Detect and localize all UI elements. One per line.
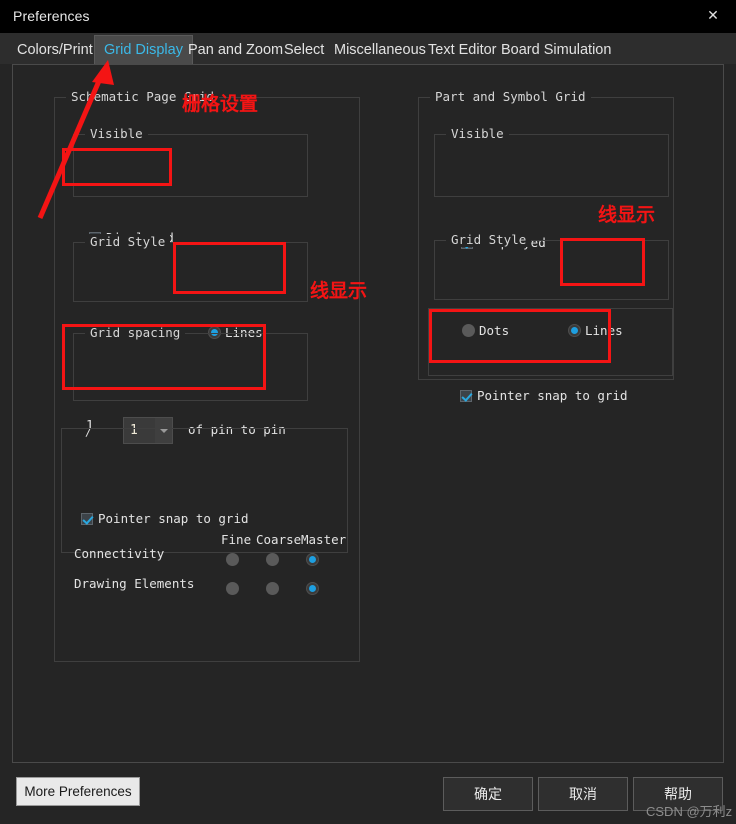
part-symbol-grid-title: Part and Symbol Grid	[430, 89, 591, 104]
snap-row-drawing-elements-label: Drawing Elements	[74, 576, 195, 591]
part-visible-group: Visible	[434, 126, 669, 197]
close-icon[interactable]: ✕	[698, 2, 728, 28]
part-pointer-snap-label: Pointer snap to grid	[477, 388, 628, 403]
part-grid-style-group: Grid Style	[434, 232, 669, 300]
schematic-pointer-snap-checkbox[interactable]	[81, 512, 93, 525]
schematic-grid-style-title: Grid Style	[85, 234, 171, 249]
snap-drawing-fine-radio[interactable]	[226, 582, 239, 595]
snap-col-coarse-header: Coarse	[256, 532, 302, 547]
schematic-pointer-snap-label: Pointer snap to grid	[98, 511, 249, 526]
tab-colors-print[interactable]: Colors/Print	[8, 35, 102, 64]
snap-connectivity-master-radio[interactable]	[306, 553, 319, 566]
title-bar: Preferences ✕	[0, 0, 736, 33]
schematic-grid-spacing-group: Grid spacing	[73, 325, 308, 401]
schematic-grid-spacing-title: Grid spacing	[85, 325, 186, 340]
ok-button[interactable]: 确定	[443, 777, 533, 811]
help-button[interactable]: 帮助	[633, 777, 723, 811]
more-preferences-button[interactable]: More Preferences	[16, 777, 140, 806]
window-title: Preferences	[13, 8, 90, 24]
snap-col-fine-header: Fine	[221, 532, 252, 547]
schematic-grid-style-group: Grid Style	[73, 234, 308, 302]
tab-board-simulation[interactable]: Board Simulation	[492, 35, 620, 64]
part-visible-title: Visible	[446, 126, 509, 141]
schematic-visible-group: Visible	[73, 126, 308, 197]
part-grid-style-title: Grid Style	[446, 232, 532, 247]
snap-drawing-master-radio[interactable]	[306, 582, 319, 595]
schematic-page-grid-title: Schematic Page Grid	[66, 89, 219, 104]
part-pointer-snap-group	[428, 308, 673, 376]
grid-display-panel: Schematic Page Grid Visible Displayed Gr…	[12, 64, 724, 763]
tab-strip: Colors/Print Grid Display Pan and Zoom S…	[0, 33, 736, 64]
part-pointer-snap-row[interactable]: Pointer snap to grid	[460, 388, 628, 403]
snap-connectivity-fine-radio[interactable]	[226, 553, 239, 566]
snap-drawing-coarse-radio[interactable]	[266, 582, 279, 595]
snap-col-master-header: Master	[301, 532, 347, 547]
snap-connectivity-coarse-radio[interactable]	[266, 553, 279, 566]
snap-row-connectivity-label: Connectivity	[74, 546, 165, 561]
schematic-pointer-snap-row[interactable]: Pointer snap to grid	[81, 511, 249, 526]
part-pointer-snap-checkbox[interactable]	[460, 389, 472, 402]
preferences-dialog: Preferences ✕ Colors/Print Grid Display …	[0, 0, 736, 824]
schematic-visible-title: Visible	[85, 126, 148, 141]
cancel-button[interactable]: 取消	[538, 777, 628, 811]
